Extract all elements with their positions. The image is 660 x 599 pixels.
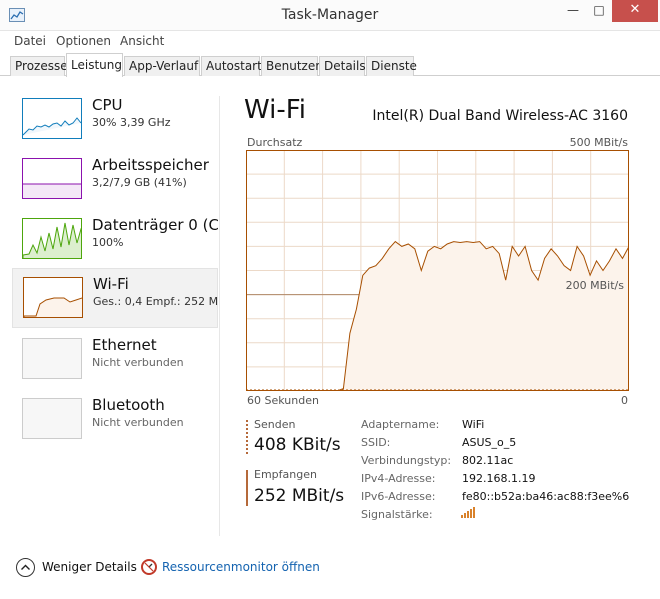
sidebar-item-label: Ethernet bbox=[92, 336, 157, 354]
menu-view[interactable]: Ansicht bbox=[120, 34, 164, 48]
sidebar-item-label: CPU bbox=[92, 96, 123, 114]
tab-strip: Prozesse Leistung App-Verlauf Autostart … bbox=[0, 53, 660, 77]
resource-monitor-link[interactable]: Ressourcenmonitor öffnen bbox=[162, 560, 320, 574]
menu-bar: Datei Optionen Ansicht bbox=[0, 31, 660, 53]
send-value: 408 KBit/s bbox=[254, 435, 341, 455]
menu-options[interactable]: Optionen bbox=[56, 34, 111, 48]
detail-value: ASUS_o_5 bbox=[462, 436, 517, 449]
throughput-chart bbox=[246, 150, 630, 392]
sidebar-item-label: Datenträger 0 (C: D:) bbox=[92, 216, 218, 234]
memory-thumbnail-graph bbox=[22, 158, 82, 199]
chevron-up-icon[interactable] bbox=[16, 558, 35, 577]
chart-title: Durchsatz bbox=[247, 136, 303, 149]
detail-value: WiFi bbox=[462, 418, 485, 431]
disk-thumbnail-graph bbox=[22, 218, 82, 259]
sidebar-item-sub: 30% 3,39 GHz bbox=[92, 116, 171, 129]
chart-mid-label: 200 MBit/s bbox=[565, 279, 624, 292]
resource-monitor-icon[interactable] bbox=[141, 559, 157, 575]
detail-key: Signalstärke: bbox=[361, 508, 433, 521]
tab-processes[interactable]: Prozesse bbox=[10, 56, 68, 76]
bluetooth-thumbnail-graph bbox=[22, 398, 82, 439]
signal-strength-icon bbox=[461, 506, 477, 518]
maximize-button[interactable]: □ bbox=[586, 0, 612, 22]
footer: Weniger Details Ressourcenmonitor öffnen bbox=[0, 548, 660, 588]
cpu-thumbnail-graph bbox=[22, 98, 82, 139]
page-title: Wi-Fi bbox=[244, 95, 307, 125]
throughput-chart-svg bbox=[246, 150, 630, 392]
detail-value: 192.168.1.19 bbox=[462, 472, 536, 485]
receive-label: Empfangen bbox=[254, 468, 317, 481]
sidebar-item-sub: 100% bbox=[92, 236, 124, 249]
sidebar-item-ethernet[interactable]: Ethernet Nicht verbunden bbox=[12, 330, 218, 390]
sidebar-item-sub: Ges.: 0,4 Empf.: 252 MBit/s bbox=[93, 295, 219, 308]
tab-users[interactable]: Benutzer bbox=[261, 56, 320, 76]
minimize-button[interactable]: — bbox=[560, 0, 586, 22]
send-legend-line bbox=[246, 420, 248, 456]
chart-x-end-label: 0 bbox=[621, 394, 628, 407]
sidebar-item-label: Wi-Fi bbox=[93, 275, 129, 293]
title-bar: Task-Manager — □ ✕ bbox=[0, 0, 660, 31]
sidebar-item-disk[interactable]: Datenträger 0 (C: D:) 100% bbox=[12, 210, 218, 270]
detail-key: IPv6-Adresse: bbox=[361, 490, 436, 503]
ethernet-thumbnail-graph bbox=[22, 338, 82, 379]
chart-y-max-label: 500 MBit/s bbox=[569, 136, 628, 149]
send-label: Senden bbox=[254, 418, 296, 431]
wifi-thumbnail-graph bbox=[23, 277, 83, 318]
detail-key: Verbindungstyp: bbox=[361, 454, 452, 467]
detail-key: SSID: bbox=[361, 436, 391, 449]
tab-performance[interactable]: Leistung bbox=[66, 53, 123, 77]
sidebar-item-sub: Nicht verbunden bbox=[92, 416, 184, 429]
sidebar-item-sub: 3,2/7,9 GB (41%) bbox=[92, 176, 187, 189]
tab-app-history[interactable]: App-Verlauf bbox=[124, 56, 200, 76]
sidebar-item-memory[interactable]: Arbeitsspeicher 3,2/7,9 GB (41%) bbox=[12, 150, 218, 210]
sidebar-item-label: Bluetooth bbox=[92, 396, 165, 414]
sidebar-divider bbox=[219, 96, 220, 536]
menu-file[interactable]: Datei bbox=[14, 34, 46, 48]
receive-value: 252 MBit/s bbox=[254, 486, 345, 506]
fewer-details-button[interactable]: Weniger Details bbox=[42, 560, 137, 574]
sidebar-item-wifi[interactable]: Wi-Fi Ges.: 0,4 Empf.: 252 MBit/s bbox=[12, 268, 219, 328]
sidebar-item-cpu[interactable]: CPU 30% 3,39 GHz bbox=[12, 90, 218, 150]
resource-sidebar: CPU 30% 3,39 GHz Arbeitsspeicher 3,2/7,9… bbox=[12, 90, 219, 450]
detail-key: Adaptername: bbox=[361, 418, 440, 431]
sidebar-item-label: Arbeitsspeicher bbox=[92, 156, 209, 174]
sidebar-item-bluetooth[interactable]: Bluetooth Nicht verbunden bbox=[12, 390, 218, 450]
receive-legend-line bbox=[246, 470, 248, 506]
chart-x-start-label: 60 Sekunden bbox=[247, 394, 319, 407]
close-button[interactable]: ✕ bbox=[612, 0, 658, 22]
detail-value: 802.11ac bbox=[462, 454, 514, 467]
tab-startup[interactable]: Autostart bbox=[201, 56, 262, 76]
detail-key: IPv4-Adresse: bbox=[361, 472, 436, 485]
chart-receive-area bbox=[246, 241, 629, 391]
tab-services[interactable]: Dienste bbox=[366, 56, 417, 76]
adapter-name: Intel(R) Dual Band Wireless-AC 3160 bbox=[372, 108, 628, 124]
detail-value: fe80::b52a:ba46:ac88:f3ee%6 bbox=[462, 490, 630, 503]
tab-details[interactable]: Details bbox=[319, 56, 366, 76]
sidebar-item-sub: Nicht verbunden bbox=[92, 356, 184, 369]
